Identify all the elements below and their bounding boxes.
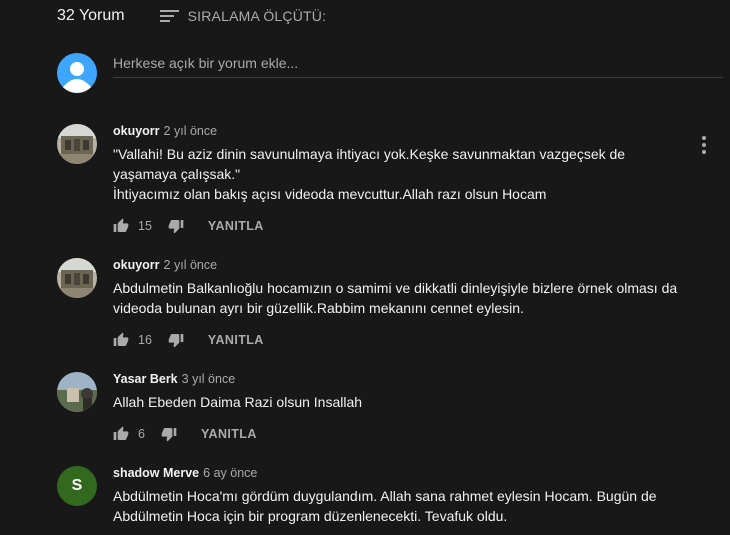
- user-avatar-icon: [63, 62, 91, 93]
- like-icon[interactable]: [113, 426, 129, 442]
- like-icon[interactable]: [113, 332, 129, 348]
- comment-item: Yasar Berk 3 yıl önce Allah Ebeden Daima…: [57, 372, 697, 444]
- like-icon[interactable]: [113, 218, 129, 234]
- sort-button[interactable]: SIRALAMA ÖLÇÜTÜ:: [159, 8, 327, 24]
- comment-count: 32 Yorum: [57, 7, 125, 24]
- comments-header: 32 Yorum SIRALAMA ÖLÇÜTÜ:: [57, 6, 326, 26]
- sort-label: SIRALAMA ÖLÇÜTÜ:: [187, 8, 327, 24]
- avatar-letter: S: [71, 477, 83, 494]
- add-comment-row: Herkese açık bir yorum ekle...: [57, 53, 723, 93]
- sort-icon: [159, 8, 180, 24]
- comment-item: okuyorr 2 yıl önce Abdulmetin Balkanlıoğ…: [57, 258, 697, 350]
- like-count: 16: [138, 333, 152, 347]
- comment-author[interactable]: okuyorr: [113, 258, 160, 272]
- more-options-icon[interactable]: [696, 135, 712, 160]
- dislike-icon[interactable]: [168, 332, 184, 348]
- avatar[interactable]: [57, 124, 97, 164]
- comment-text: Abdulmetin Balkanlıoğlu hocamızın o sami…: [113, 280, 678, 316]
- reply-button[interactable]: YANITLA: [208, 219, 264, 233]
- dislike-icon[interactable]: [168, 218, 184, 234]
- comment-time[interactable]: 3 yıl önce: [182, 372, 236, 386]
- avatar[interactable]: [57, 372, 97, 412]
- like-count: 6: [138, 427, 145, 441]
- comment-text: Abdülmetin Hoca'mı gördüm duygulandım. A…: [113, 488, 657, 524]
- comment-author[interactable]: shadow Merve: [113, 466, 199, 480]
- dislike-icon[interactable]: [161, 426, 177, 442]
- comment-item: okuyorr 2 yıl önce "Vallahi! Bu aziz din…: [57, 124, 697, 236]
- reply-button[interactable]: YANITLA: [201, 427, 257, 441]
- comment-author[interactable]: Yasar Berk: [113, 372, 178, 386]
- avatar[interactable]: [57, 258, 97, 298]
- avatar[interactable]: S: [57, 466, 97, 506]
- comment-text: "Vallahi! Bu aziz dinin savunulmaya ihti…: [113, 146, 626, 202]
- comment-text: Allah Ebeden Daima Razi olsun Insallah: [113, 394, 363, 410]
- comment-item: S shadow Merve 6 ay önce Abdülmetin Hoca…: [57, 466, 697, 526]
- comment-input[interactable]: Herkese açık bir yorum ekle...: [113, 55, 723, 78]
- user-avatar: [57, 53, 97, 93]
- comment-time[interactable]: 6 ay önce: [203, 466, 257, 480]
- like-count: 15: [138, 219, 152, 233]
- reply-button[interactable]: YANITLA: [208, 333, 264, 347]
- comment-time[interactable]: 2 yıl önce: [164, 258, 218, 272]
- comment-author[interactable]: okuyorr: [113, 124, 160, 138]
- comment-time[interactable]: 2 yıl önce: [164, 124, 218, 138]
